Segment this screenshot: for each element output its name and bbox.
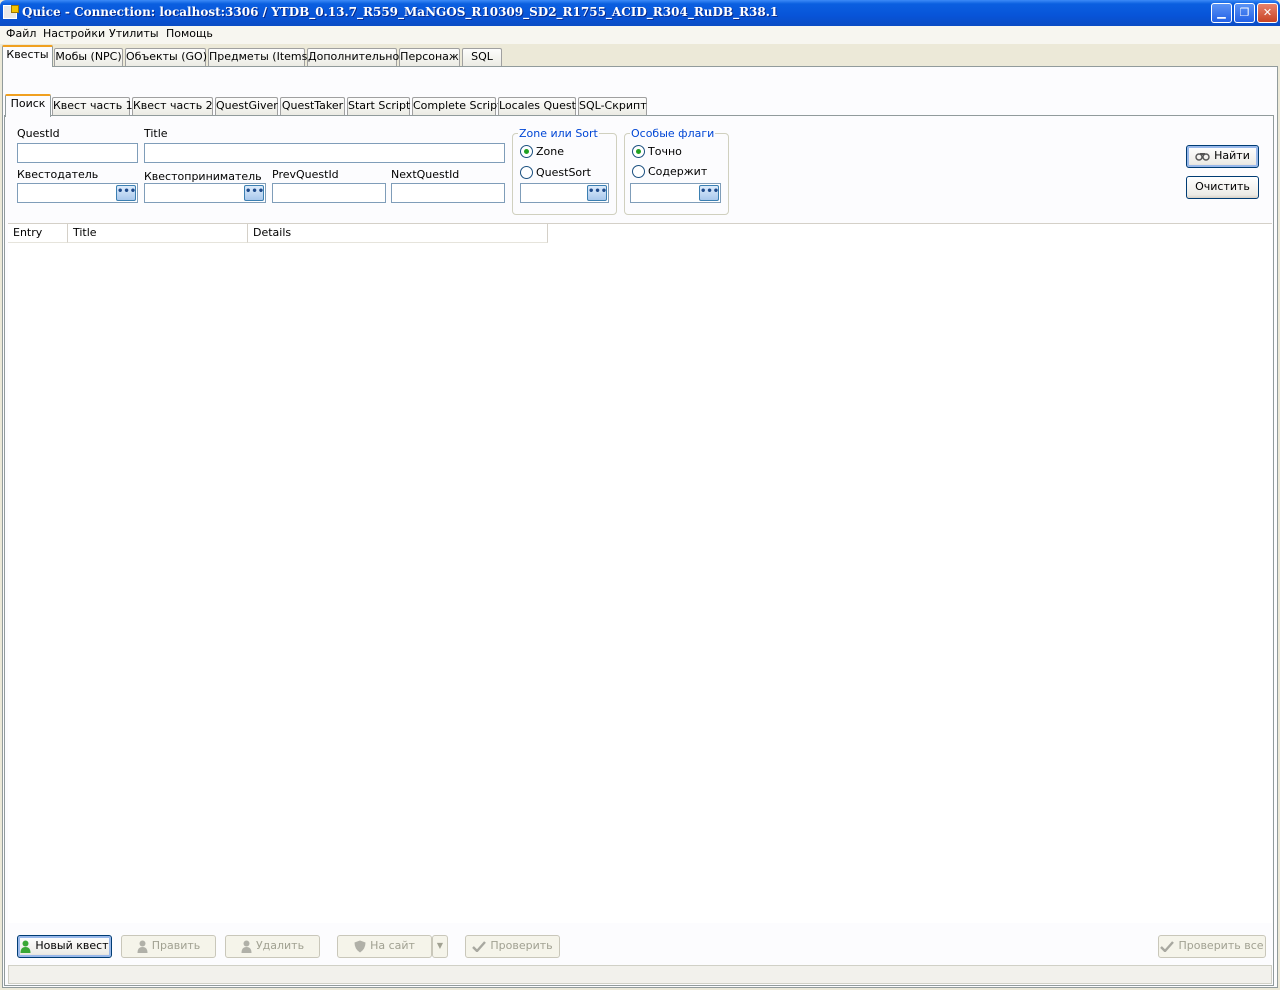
chevron-down-icon: ▼ <box>436 941 444 950</box>
new-quest-button[interactable]: Новый квест <box>17 935 112 958</box>
column-header-title[interactable]: Title <box>68 224 248 243</box>
questid-input[interactable] <box>17 143 138 163</box>
tab-sql-script[interactable]: SQL-Скрипт <box>578 97 647 115</box>
tab-quest-part-1[interactable]: Квест часть 1 <box>52 97 133 115</box>
special-flags-browse-button[interactable]: ••• <box>699 185 719 201</box>
check-all-button[interactable]: Проверить все <box>1158 935 1266 958</box>
tab-questgiver[interactable]: QuestGiver <box>215 97 278 115</box>
contains-radio-label[interactable]: Содержит <box>648 165 707 178</box>
tab-start-script[interactable]: Start Script <box>347 97 410 115</box>
tab-quests[interactable]: Квесты <box>2 45 53 67</box>
new-quest-button-label: Новый квест <box>35 939 109 952</box>
questid-label: QuestId <box>17 127 60 140</box>
prev-quest-input[interactable] <box>272 183 386 203</box>
user-delete-icon <box>241 940 252 953</box>
tab-character[interactable]: Персонаж <box>399 48 460 66</box>
app-icon <box>3 5 19 19</box>
binoculars-icon <box>1195 153 1210 161</box>
tab-npc[interactable]: Мобы (NPC) <box>54 48 123 66</box>
checkmark-all-icon <box>1160 940 1175 952</box>
questsort-radio[interactable] <box>520 166 533 179</box>
zone-sort-browse-button[interactable]: ••• <box>587 185 607 201</box>
edit-button-label: Править <box>151 939 201 952</box>
to-site-button[interactable]: На сайт <box>337 935 432 958</box>
title-input[interactable] <box>144 143 505 163</box>
quest-taker-label: Квестоприниматель <box>144 170 262 183</box>
find-button-label: Найти <box>1214 149 1250 162</box>
tab-gameobjects[interactable]: Объекты (GO) <box>125 48 207 66</box>
column-header-details[interactable]: Details <box>248 224 548 243</box>
results-grid[interactable] <box>8 223 1272 923</box>
to-site-button-label: На сайт <box>370 939 415 952</box>
tab-items[interactable]: Предметы (Items) <box>208 48 312 66</box>
shield-icon <box>354 940 366 952</box>
user-add-icon <box>20 940 31 953</box>
edit-button[interactable]: Править <box>121 935 216 958</box>
quest-taker-browse-button[interactable]: ••• <box>244 185 264 201</box>
check-button[interactable]: Проверить <box>465 935 560 958</box>
checkmark-icon <box>472 940 487 952</box>
questsort-radio-label[interactable]: QuestSort <box>536 166 591 179</box>
contains-radio[interactable] <box>632 165 645 178</box>
restore-button[interactable]: ❐ <box>1234 3 1255 23</box>
next-quest-label: NextQuestId <box>391 168 460 181</box>
minimize-button[interactable]: ▁ <box>1211 3 1232 23</box>
menu-settings[interactable]: Настройки <box>43 27 105 40</box>
delete-button-label: Удалить <box>255 939 305 952</box>
tab-quest-part-2[interactable]: Квест часть 2 <box>132 97 213 115</box>
to-site-dropdown-button[interactable]: ▼ <box>432 935 448 958</box>
tab-search[interactable]: Поиск <box>5 94 51 117</box>
tab-additional[interactable]: Дополнительно <box>307 48 399 66</box>
user-edit-icon <box>137 940 148 953</box>
check-all-button-label: Проверить все <box>1178 939 1264 952</box>
title-label: Title <box>144 127 168 140</box>
exact-radio[interactable] <box>632 145 645 158</box>
quest-giver-label: Квестодатель <box>17 168 99 181</box>
menu-utilities[interactable]: Утилиты <box>109 27 159 40</box>
tab-sql[interactable]: SQL <box>462 48 502 66</box>
zone-sort-group-title: Zone или Sort <box>518 127 599 140</box>
special-flags-group-title: Особые флаги <box>630 127 716 140</box>
close-button[interactable]: ✕ <box>1257 3 1278 23</box>
exact-radio-label[interactable]: Точно <box>648 145 682 158</box>
zone-radio[interactable] <box>520 145 533 158</box>
status-bar <box>8 965 1272 984</box>
menu-help[interactable]: Помощь <box>166 27 213 40</box>
clear-button[interactable]: Очистить <box>1186 176 1259 199</box>
window-title: Quice - Connection: localhost:3306 / YTD… <box>22 5 779 19</box>
prev-quest-label: PrevQuestId <box>272 168 339 181</box>
menu-file[interactable]: Файл <box>6 27 36 40</box>
tab-complete-script[interactable]: Complete Script <box>412 97 501 115</box>
find-button[interactable]: Найти <box>1186 145 1259 168</box>
next-quest-input[interactable] <box>391 183 505 203</box>
tab-locales-quest[interactable]: Locales Quest <box>498 97 576 115</box>
check-button-label: Проверить <box>490 939 553 952</box>
zone-radio-label[interactable]: Zone <box>536 145 564 158</box>
quest-giver-browse-button[interactable]: ••• <box>116 185 136 201</box>
column-header-entry[interactable]: Entry <box>8 224 68 243</box>
delete-button[interactable]: Удалить <box>225 935 320 958</box>
tab-questtaker[interactable]: QuestTaker <box>280 97 345 115</box>
